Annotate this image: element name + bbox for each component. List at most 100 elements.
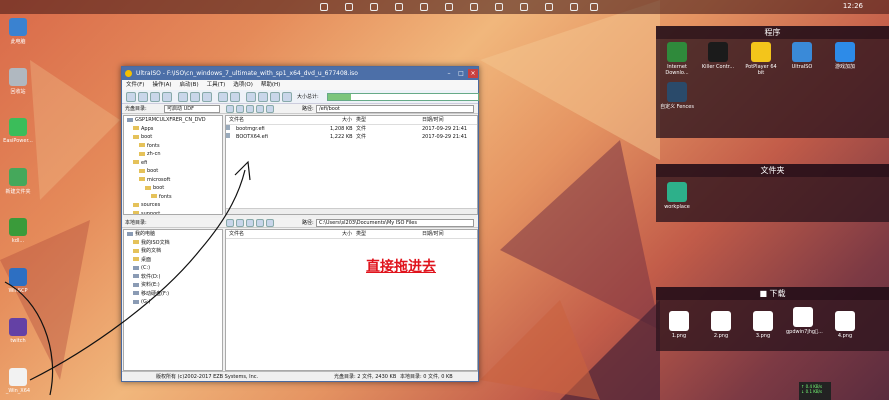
local-file-list[interactable]: 文件名 大小 类型 日期/时间 直接拖进去 [225, 229, 478, 371]
window-title-bar[interactable]: UltraISO - F:\ISO\cn_windows_7_ultimate_… [122, 67, 478, 80]
tree-node[interactable]: support [124, 210, 222, 214]
delete-icon[interactable] [246, 219, 254, 227]
mount-icon[interactable] [218, 92, 228, 102]
col-type[interactable]: 类型 [356, 230, 366, 239]
fence-item[interactable]: 游戏加加 [828, 42, 862, 70]
tree-node[interactable]: 移动硬盘(F:) [124, 290, 222, 299]
taskbar-app-icon[interactable] [320, 3, 328, 11]
col-size[interactable]: 大小 [342, 116, 352, 125]
taskbar-app-icon[interactable] [495, 3, 503, 11]
folder-up-icon[interactable] [236, 219, 244, 227]
file-row[interactable]: BOOTX64.efi 1,222 KB 文件 2017-09-29 21:41 [226, 133, 477, 141]
properties-icon[interactable] [246, 92, 256, 102]
open-icon[interactable] [138, 92, 148, 102]
cd-icon[interactable] [190, 92, 200, 102]
tree-node[interactable]: 桌面 [124, 256, 222, 265]
fence-item[interactable]: 1.png [662, 311, 696, 339]
file-row[interactable]: bootmgr.efi 1,208 KB 文件 2017-09-29 21:41 [226, 125, 477, 133]
tree-node[interactable]: boot [124, 184, 222, 193]
new-icon[interactable] [126, 92, 136, 102]
ultraiso-window[interactable]: UltraISO - F:\ISO\cn_windows_7_ultimate_… [121, 66, 479, 382]
fence-item[interactable]: gpdwin7jhg ... [786, 307, 823, 335]
save-as-icon[interactable] [162, 92, 172, 102]
col-size[interactable]: 大小 [342, 230, 352, 239]
tree-node[interactable]: 我的电脑 [124, 230, 222, 239]
help-icon[interactable] [270, 92, 280, 102]
col-date[interactable]: 日期/时间 [422, 116, 444, 125]
desktop-shortcut[interactable]: EasiPower... [0, 118, 36, 144]
menu-item[interactable]: 操作(A) [152, 82, 171, 88]
taskbar-app-icon[interactable] [590, 3, 598, 11]
tree-node[interactable]: efi [124, 159, 222, 168]
local-path-input[interactable]: C:\Users\sl203\Documents\My ISO Files [316, 219, 474, 227]
taskbar-app-icon[interactable] [345, 3, 353, 11]
delete-icon[interactable] [236, 105, 244, 113]
taskbar-app-icon[interactable] [520, 3, 528, 11]
refresh-icon[interactable] [266, 219, 274, 227]
taskbar-app-icon[interactable] [370, 3, 378, 11]
desktop-shortcut[interactable]: 新建文件夹 [0, 168, 36, 195]
folder-up-icon[interactable] [226, 105, 234, 113]
add-icon[interactable] [226, 219, 234, 227]
iso-tree-pane[interactable]: GSP1RMCULXFRER_CN_DVD Apps boot fonts zh-cn e… [123, 115, 223, 215]
tree-node[interactable]: boot [124, 133, 222, 142]
new-folder-icon[interactable] [246, 105, 254, 113]
tree-node[interactable]: 我的ISO文档 [124, 239, 222, 248]
menu-item[interactable]: 工具(T) [207, 82, 226, 88]
save-icon[interactable] [150, 92, 160, 102]
compress-icon[interactable] [230, 92, 240, 102]
col-name[interactable]: 文件名 [229, 230, 244, 239]
tree-node[interactable]: fonts [124, 193, 222, 202]
fence-folders[interactable]: 文件夹 workplace [656, 164, 889, 222]
fence-item[interactable]: 3.png [746, 311, 780, 339]
menu-item[interactable]: 选项(O) [233, 82, 253, 88]
iso-path-input[interactable]: /efi/boot [316, 105, 474, 113]
maximize-button[interactable]: □ [456, 69, 466, 78]
close-button[interactable]: × [468, 69, 478, 78]
tree-node[interactable]: microsoft [124, 176, 222, 185]
tree-node[interactable]: GSP1RMCULXFRER_CN_DVD [124, 116, 222, 125]
fence-item[interactable]: PotPlayer 64 bit [744, 42, 778, 76]
new-folder-icon[interactable] [256, 219, 264, 227]
tree-node[interactable]: sources [124, 201, 222, 210]
col-name[interactable]: 文件名 [229, 116, 244, 125]
desktop-shortcut[interactable]: WinSCP [0, 268, 36, 294]
tree-node[interactable]: (C:) [124, 264, 222, 273]
disc-size-bar[interactable]: 728 of 4.7GB - 2500MB free [327, 93, 479, 101]
tree-node[interactable]: Apps [124, 125, 222, 134]
desktop-shortcut[interactable]: 回收站 [0, 68, 36, 95]
fence-item[interactable]: workplace [660, 182, 694, 210]
boot-type-field[interactable]: 可启动 UDF [164, 105, 220, 113]
taskbar-app-icon[interactable] [545, 3, 553, 11]
desktop-shortcut[interactable]: kdl... [0, 218, 36, 244]
tree-node[interactable]: 我的文档 [124, 247, 222, 256]
minimize-button[interactable]: – [444, 69, 454, 78]
exit-icon[interactable] [282, 92, 292, 102]
local-tree-pane[interactable]: 我的电脑 我的ISO文档 我的文档 桌面 (C:) 软件(D:) 资料(E:) 移动硬盘(F:… [123, 229, 223, 371]
tree-node[interactable]: 资料(E:) [124, 281, 222, 290]
tree-node[interactable]: (G:) [124, 298, 222, 307]
fence-item[interactable]: 2.png [704, 311, 738, 339]
info-icon[interactable] [258, 92, 268, 102]
rename-icon[interactable] [256, 105, 264, 113]
col-type[interactable]: 类型 [356, 116, 366, 125]
taskbar-app-icon[interactable] [420, 3, 428, 11]
fence-item[interactable]: Internet Downlo... [660, 42, 694, 76]
menu-item[interactable]: 帮助(H) [261, 82, 280, 88]
tree-node[interactable]: boot [124, 167, 222, 176]
fence-item[interactable]: 自定义 Fences [660, 82, 694, 110]
taskbar-app-icon[interactable] [445, 3, 453, 11]
fence-programs[interactable]: 程序 Internet Downlo... Killer Contr... PotP… [656, 26, 889, 138]
fence-downloads[interactable]: ■ 下载 1.png 2.png 3.png gpdwin7jhg ... 4.png [656, 287, 889, 351]
menu-item[interactable]: 文件(F) [126, 82, 144, 88]
desktop-shortcut[interactable]: _Win_X64 [0, 368, 36, 394]
fence-item[interactable]: Killer Contr... [701, 42, 735, 70]
taskbar-app-icon[interactable] [470, 3, 478, 11]
col-date[interactable]: 日期/时间 [422, 230, 444, 239]
extract-icon[interactable] [202, 92, 212, 102]
view-icon[interactable] [266, 105, 274, 113]
tree-node[interactable]: zh-cn [124, 150, 222, 159]
tree-node[interactable]: 软件(D:) [124, 273, 222, 282]
fence-item[interactable]: 4.png [828, 311, 862, 339]
clock[interactable]: 12:26 [843, 2, 863, 10]
